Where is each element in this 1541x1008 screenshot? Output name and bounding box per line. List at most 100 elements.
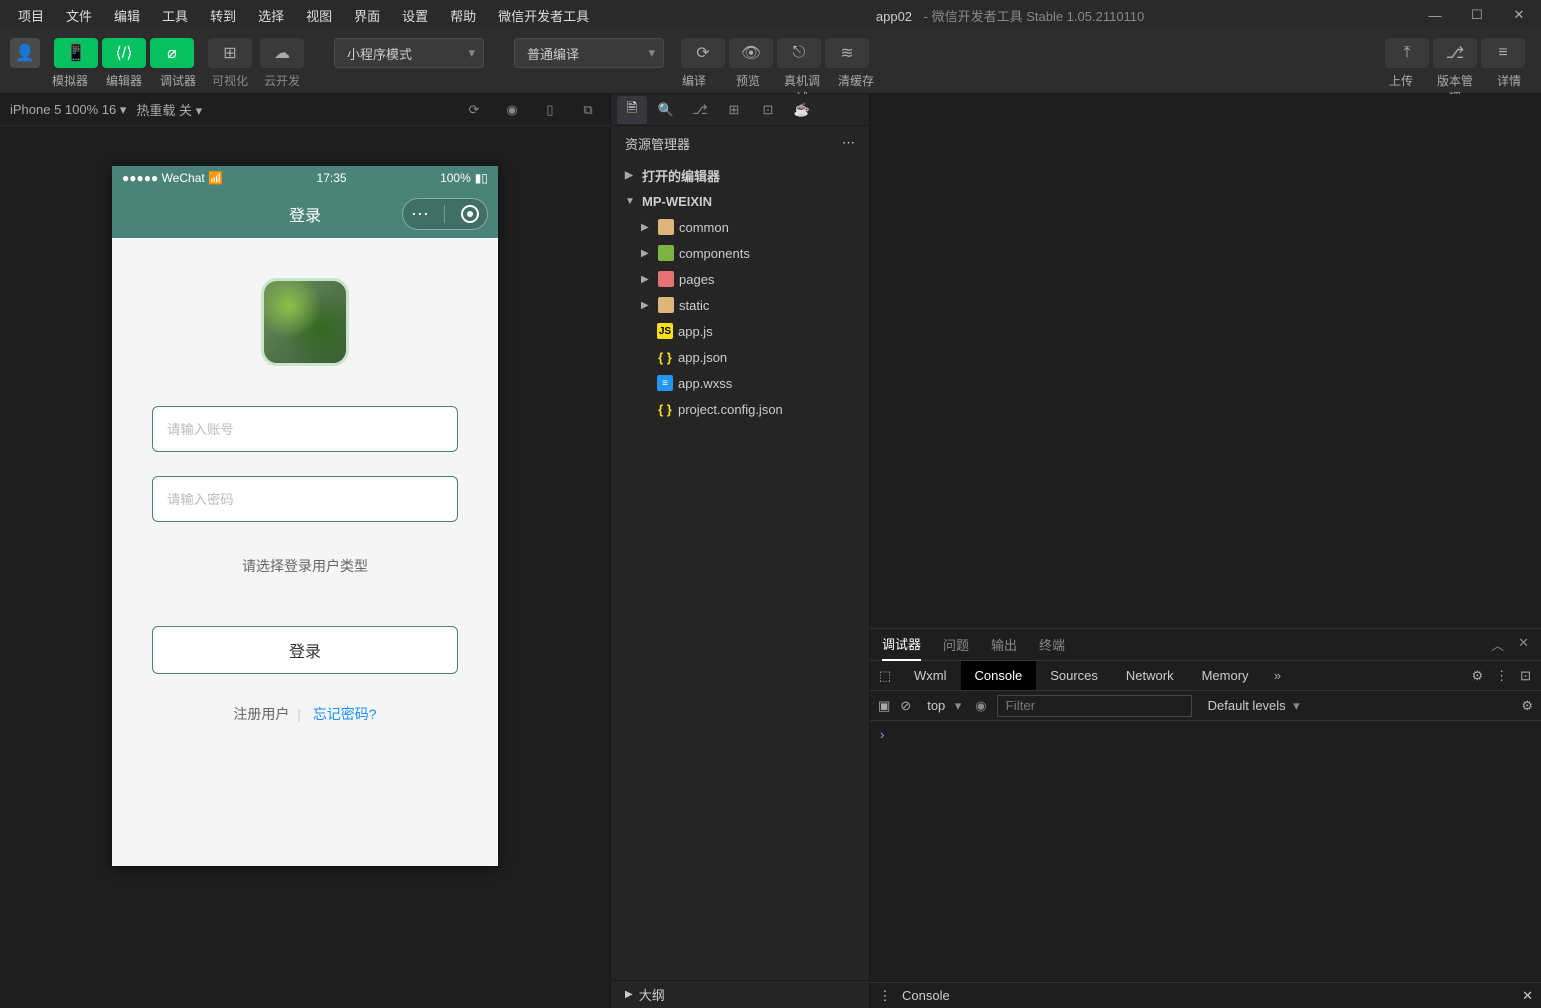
visualize-label: 可视化 [212, 72, 248, 89]
folder-components[interactable]: ▶components [611, 240, 869, 266]
close-button[interactable]: ✕ [1505, 4, 1533, 26]
devtools-tab-Sources[interactable]: Sources [1036, 661, 1112, 690]
menu-设置[interactable]: 设置 [392, 2, 438, 29]
live-expression-icon[interactable]: ◉ [975, 698, 986, 714]
structure-icon[interactable]: ⊡ [753, 96, 783, 124]
debug-tab-调试器[interactable]: 调试器 [882, 628, 921, 661]
console-output[interactable]: › [870, 721, 1541, 982]
device-icon[interactable]: ▯ [538, 98, 562, 122]
record-icon[interactable]: ◉ [500, 98, 524, 122]
debug-tab-输出[interactable]: 输出 [991, 629, 1017, 660]
hotreload-toggle[interactable]: 热重载 关 ▾ [136, 100, 202, 119]
folder-static[interactable]: ▶static [611, 292, 869, 318]
console-toggle-icon[interactable]: ▣ [878, 698, 890, 714]
search-icon[interactable]: 🔍 [651, 96, 681, 124]
more-tabs-icon[interactable]: » [1263, 668, 1293, 683]
file-app.wxss[interactable]: ≡app.wxss [611, 370, 869, 396]
filter-input[interactable] [997, 695, 1192, 717]
plugin-icon[interactable]: ☕ [787, 96, 817, 124]
menu-文件[interactable]: 文件 [56, 2, 102, 29]
git-icon[interactable]: ⎇ [685, 96, 715, 124]
avatar-button[interactable]: 👤 [10, 38, 40, 68]
menu-微信开发者工具[interactable]: 微信开发者工具 [488, 2, 599, 29]
compile-button[interactable]: ⟳ [681, 38, 725, 68]
file-app.js[interactable]: JSapp.js [611, 318, 869, 344]
devtools-tab-Network[interactable]: Network [1112, 661, 1188, 690]
menu-选择[interactable]: 选择 [248, 2, 294, 29]
context-selector[interactable]: top [921, 696, 965, 715]
battery-icon: ▮▯ [475, 171, 488, 185]
compile-mode-dropdown[interactable]: 普通编译 [514, 38, 664, 68]
status-battery: 100% [440, 171, 471, 185]
collapse-icon[interactable]: ︿ [1491, 635, 1504, 654]
menu-帮助[interactable]: 帮助 [440, 2, 486, 29]
debug-tab-终端[interactable]: 终端 [1039, 629, 1065, 660]
menu-工具[interactable]: 工具 [152, 2, 198, 29]
visualize-button[interactable]: ⊞ [208, 38, 252, 68]
more-icon[interactable]: ⋯ [842, 135, 855, 151]
menu-编辑[interactable]: 编辑 [104, 2, 150, 29]
register-link[interactable]: 注册用户 [233, 706, 289, 722]
user-type-text[interactable]: 请选择登录用户类型 [242, 556, 368, 576]
menu-项目[interactable]: 项目 [8, 2, 54, 29]
minimize-button[interactable]: — [1421, 4, 1449, 26]
upload-button[interactable]: ⤒ [1385, 38, 1429, 68]
editor-button[interactable]: ⟨/⟩ [102, 38, 146, 68]
open-editors-section[interactable]: ▶打开的编辑器 [611, 162, 869, 188]
debugger-panel: 调试器问题输出终端 ︿ ✕ ⬚ WxmlConsoleSourcesNetwor… [870, 628, 1541, 1008]
popout-icon[interactable]: ⧉ [576, 98, 600, 122]
menu-转到[interactable]: 转到 [200, 2, 246, 29]
capsule-menu-icon[interactable]: ⋯ [411, 204, 429, 225]
close-panel-icon[interactable]: ✕ [1518, 635, 1529, 654]
preview-button[interactable]: 👁 [729, 38, 773, 68]
settings-icon[interactable]: ⚙ [1471, 668, 1483, 684]
password-input[interactable] [152, 476, 458, 522]
phone-status-bar: ●●●●● WeChat ⁠📶 17:35 100% ▮▯ [112, 166, 498, 190]
debugger-button[interactable]: ⌀ [150, 38, 194, 68]
log-levels-selector[interactable]: Default levels [1202, 696, 1302, 715]
clear-cache-button[interactable]: ≋ [825, 38, 869, 68]
menu-界面[interactable]: 界面 [344, 2, 390, 29]
file-app.json[interactable]: { }app.json [611, 344, 869, 370]
console-drawer[interactable]: ⋮ Console ✕ [870, 982, 1541, 1008]
dock-icon[interactable]: ⊡ [1520, 668, 1531, 684]
kebab-icon[interactable]: ⋮ [1495, 668, 1508, 684]
capsule-button[interactable]: ⋯ [402, 198, 488, 230]
debug-tab-问题[interactable]: 问题 [943, 629, 969, 660]
close-drawer-icon[interactable]: ✕ [1522, 988, 1533, 1004]
devtools-tab-Wxml[interactable]: Wxml [900, 661, 961, 690]
explorer-title: 资源管理器 ⋯ [611, 126, 869, 160]
simulator-button[interactable]: 📱 [54, 38, 98, 68]
modules-icon[interactable]: ⊞ [719, 96, 749, 124]
refresh-icon[interactable]: ⟳ [462, 98, 486, 122]
title-bar: 项目文件编辑工具转到选择视图界面设置帮助微信开发者工具 app02 - 微信开发… [0, 0, 1541, 30]
login-button[interactable]: 登录 [152, 626, 458, 674]
inspect-icon[interactable]: ⬚ [870, 668, 900, 684]
capsule-close-icon[interactable] [461, 205, 479, 223]
device-selector[interactable]: iPhone 5 100% 16 ▾ [10, 102, 126, 118]
console-settings-icon[interactable]: ⚙ [1521, 698, 1533, 714]
clear-console-icon[interactable]: ⊘ [900, 698, 911, 714]
status-time: 17:35 [223, 171, 440, 185]
file-project.config.json[interactable]: { }project.config.json [611, 396, 869, 422]
drawer-menu-icon[interactable]: ⋮ [878, 988, 892, 1004]
nav-title: 登录 [289, 202, 321, 226]
version-button[interactable]: ⎇ [1433, 38, 1477, 68]
details-button[interactable]: ≡ [1481, 38, 1525, 68]
project-root[interactable]: ▼MP-WEIXIN [611, 188, 869, 214]
forgot-password-link[interactable]: 忘记密码? [313, 706, 377, 722]
cloud-button[interactable]: ☁ [260, 38, 304, 68]
folder-pages[interactable]: ▶pages [611, 266, 869, 292]
mode-dropdown[interactable]: 小程序模式 [334, 38, 484, 68]
maximize-button[interactable]: ☐ [1463, 4, 1491, 26]
outline-section[interactable]: ▶大纲 [611, 980, 869, 1008]
devtools-tabs: ⬚ WxmlConsoleSourcesNetworkMemory » ⚙ ⋮ … [870, 661, 1541, 691]
remote-debug-button[interactable]: ⎋ [777, 38, 821, 68]
files-icon[interactable]: 🗎 [617, 96, 647, 124]
devtools-tab-Console[interactable]: Console [961, 661, 1037, 690]
folder-common[interactable]: ▶common [611, 214, 869, 240]
phone-nav-bar: 登录 ⋯ [112, 190, 498, 238]
account-input[interactable] [152, 406, 458, 452]
devtools-tab-Memory[interactable]: Memory [1188, 661, 1263, 690]
menu-视图[interactable]: 视图 [296, 2, 342, 29]
